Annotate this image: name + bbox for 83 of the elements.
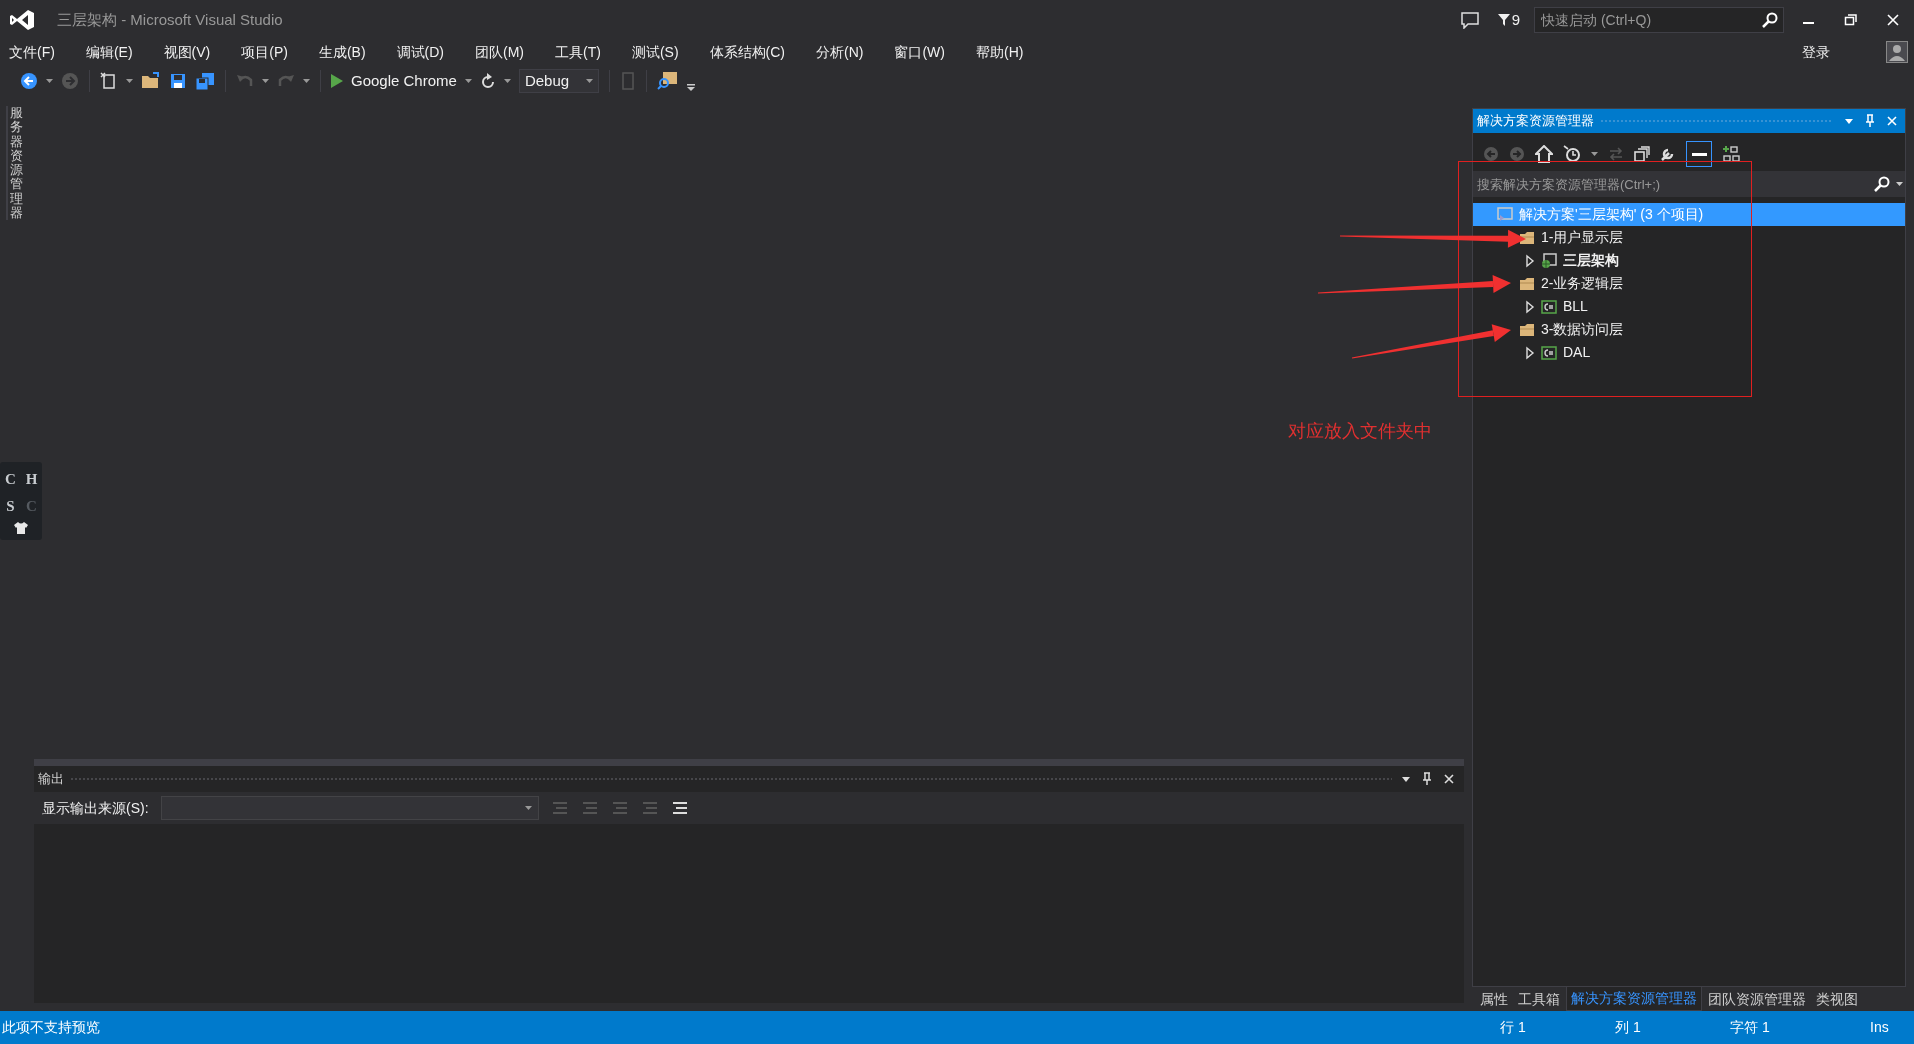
sign-in-link[interactable]: 登录 <box>1802 41 1830 63</box>
find-in-files-icon[interactable] <box>656 71 679 91</box>
save-icon[interactable] <box>169 72 187 90</box>
dropdown-caret-icon[interactable] <box>1591 152 1598 156</box>
menu-item[interactable]: 帮助(H) <box>975 41 1025 63</box>
tree-item[interactable]: 3-数据访问层 <box>1473 318 1905 341</box>
play-icon <box>331 74 343 88</box>
panel-tab[interactable]: 属性 <box>1476 987 1512 1011</box>
refresh-icon[interactable] <box>479 72 496 90</box>
tree-item[interactable]: 三层架构 <box>1473 249 1905 272</box>
menu-item[interactable]: 文件(F) <box>8 41 56 63</box>
shirt-icon <box>14 521 28 534</box>
panel-title: 解决方案资源管理器 <box>1477 112 1594 131</box>
menu-item[interactable]: 工具(T) <box>554 41 602 63</box>
new-project-icon[interactable] <box>100 72 118 90</box>
tree-item[interactable]: BLL <box>1473 295 1905 318</box>
funnel-icon[interactable] <box>1497 13 1510 27</box>
csharp-project-icon <box>1541 344 1557 361</box>
folder-icon <box>1519 321 1535 338</box>
menu-item[interactable]: 调试(D) <box>395 41 445 63</box>
insert-mode-indicator: Ins <box>1870 1018 1890 1037</box>
dropdown-caret-icon <box>524 806 532 810</box>
configuration-value: Debug <box>524 70 570 91</box>
web-project-icon <box>1541 252 1557 269</box>
show-active-icon[interactable] <box>1686 141 1712 167</box>
restore-icon[interactable] <box>1844 13 1858 27</box>
search-icon[interactable] <box>1762 12 1778 28</box>
quick-launch-field[interactable]: 快速启动 (Ctrl+Q) <box>1534 7 1784 33</box>
pending-changes-icon[interactable] <box>1563 145 1581 163</box>
configuration-dropdown[interactable]: Debug <box>518 69 599 93</box>
csharp-project-icon <box>1541 298 1557 315</box>
tree-item[interactable]: DAL <box>1473 341 1905 364</box>
folder-icon <box>1519 275 1535 292</box>
window-title: 三层架构 - Microsoft Visual Studio <box>57 9 283 30</box>
menu-item[interactable]: 生成(B) <box>317 41 367 63</box>
status-message: 此项不支持预览 <box>2 1018 100 1037</box>
line-indicator: 行 1 <box>1500 1018 1527 1037</box>
notification-count: 9 <box>1511 9 1520 30</box>
dropdown-caret-icon <box>585 79 593 83</box>
dropdown-caret-icon[interactable] <box>1402 776 1410 782</box>
tree-item[interactable]: 2-业务逻辑层 <box>1473 272 1905 295</box>
start-debugging-button[interactable]: Google Chrome <box>331 69 457 93</box>
menu-item[interactable]: 项目(P) <box>240 41 289 63</box>
output-source-label: 显示输出来源(S): <box>42 798 149 818</box>
column-indicator: 列 1 <box>1615 1018 1642 1037</box>
menu-item[interactable]: 测试(S) <box>630 41 680 63</box>
panel-title: 输出 <box>38 770 64 789</box>
ime-indicator[interactable]: C H S C <box>0 462 42 540</box>
wrench-icon[interactable] <box>1660 146 1676 162</box>
side-panel-tab[interactable]: 服务器资源管理器 <box>6 106 23 221</box>
panel-tab[interactable]: 解决方案资源管理器 <box>1566 987 1702 1011</box>
word-wrap-icon[interactable] <box>670 800 689 816</box>
dropdown-caret-icon[interactable] <box>303 79 310 83</box>
search-icon[interactable] <box>1874 176 1890 192</box>
dropdown-caret-icon[interactable] <box>503 79 511 83</box>
menu-item[interactable]: 编辑(E) <box>84 41 134 63</box>
dropdown-caret-icon[interactable] <box>262 79 269 83</box>
collapse-icon[interactable] <box>1634 146 1650 162</box>
close-icon[interactable] <box>1444 774 1454 784</box>
character-indicator: 字符 1 <box>1730 1018 1771 1037</box>
menu-item[interactable]: 视图(V) <box>162 41 212 63</box>
dropdown-caret-icon[interactable] <box>126 79 133 83</box>
panel-tab[interactable]: 工具箱 <box>1514 987 1564 1011</box>
sync-icon[interactable] <box>1608 146 1624 162</box>
visual-studio-logo-icon <box>9 9 35 31</box>
annotation-text: 对应放入文件夹中 <box>1288 420 1432 443</box>
open-folder-icon[interactable] <box>141 72 161 90</box>
panel-tab[interactable]: 团队资源管理器 <box>1704 987 1810 1011</box>
dropdown-caret-icon[interactable] <box>46 79 53 83</box>
speech-bubble-icon[interactable] <box>1459 11 1480 29</box>
home-icon[interactable] <box>1535 145 1553 163</box>
menu-item[interactable]: 体系结构(C) <box>708 41 786 63</box>
menu-item[interactable]: 分析(N) <box>815 41 865 63</box>
user-avatar-icon[interactable] <box>1886 41 1908 63</box>
save-all-icon[interactable] <box>195 72 215 90</box>
panel-tab[interactable]: 类视图 <box>1812 987 1862 1011</box>
solution-icon <box>1497 206 1513 223</box>
menu-item[interactable]: 团队(M) <box>474 41 525 63</box>
dropdown-caret-icon[interactable] <box>1896 182 1903 186</box>
dropdown-caret-icon[interactable] <box>464 79 472 83</box>
pin-icon[interactable] <box>1422 772 1432 786</box>
menu-item[interactable]: 窗口(W) <box>893 41 946 63</box>
class-diagram-icon[interactable] <box>1722 145 1740 163</box>
